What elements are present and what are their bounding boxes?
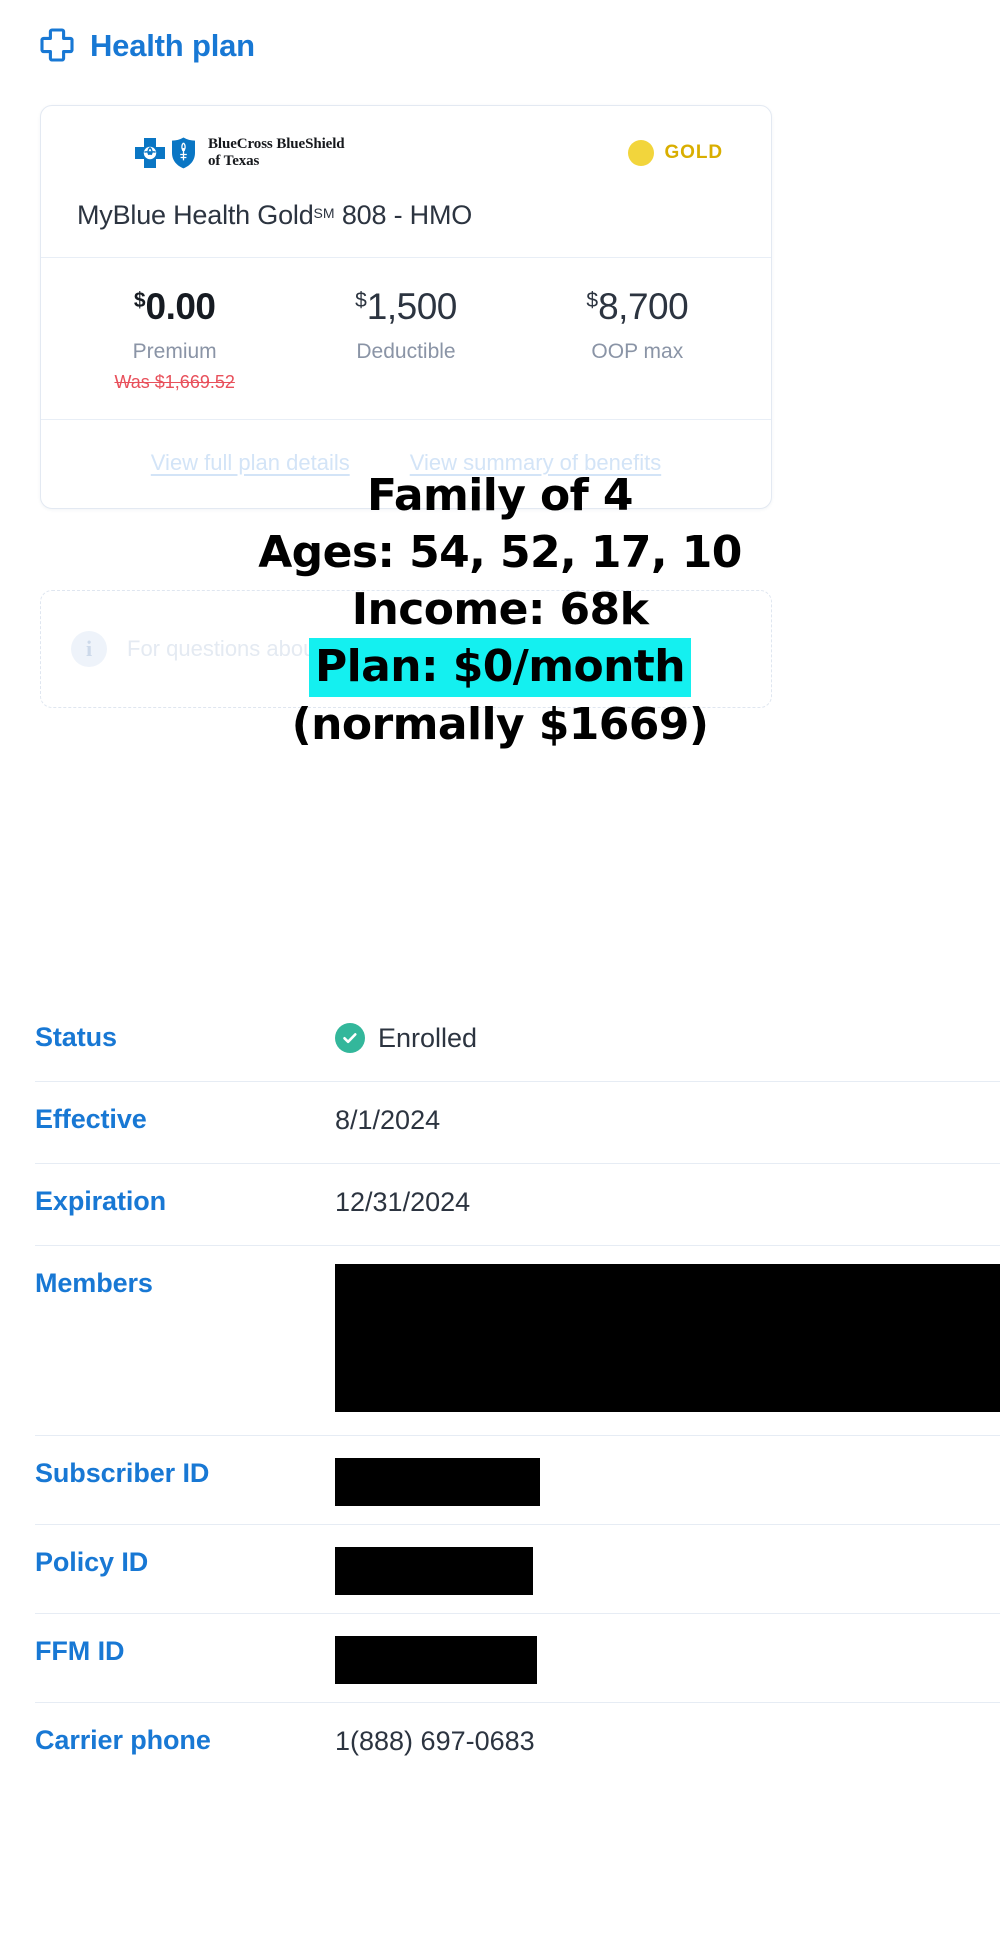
view-full-plan-details-link[interactable]: View full plan details — [151, 450, 350, 476]
redacted-subscriber-id — [335, 1458, 540, 1506]
plan-figures: $0.00 Premium Was $1,669.52 $1,500 Deduc… — [41, 258, 771, 420]
ffm-id-label: FFM ID — [35, 1636, 125, 1666]
view-summary-of-benefits-link[interactable]: View summary of benefits — [410, 450, 661, 476]
health-plan-page: Health plan BlueCross BlueShield of Texa… — [0, 0, 1000, 1942]
oop-max-currency: $ — [586, 289, 599, 312]
detail-row-expiration: Expiration 12/31/2024 — [35, 1164, 1000, 1246]
detail-row-effective: Effective 8/1/2024 — [35, 1082, 1000, 1164]
bluecross-blueshield-logo-icon — [133, 136, 197, 170]
carrier-phone-label: Carrier phone — [35, 1725, 211, 1755]
detail-row-carrier-phone: Carrier phone 1(888) 697-0683 — [35, 1703, 1000, 1785]
status-label: Status — [35, 1022, 117, 1052]
carrier-info-text: For questions about this plan, please co… — [127, 635, 674, 661]
annotation-line-ages: Ages: 54, 52, 17, 10 — [258, 526, 742, 578]
status-value: Enrolled — [335, 1022, 1000, 1054]
plan-name-suffix: 808 - HMO — [334, 200, 473, 230]
plan-card-links: View full plan details View summary of b… — [41, 420, 771, 508]
deductible-value: 1,500 — [366, 286, 458, 327]
carrier-info-notice: i For questions about this plan, please … — [40, 590, 772, 708]
metal-level-label: GOLD — [664, 142, 723, 163]
health-plus-icon — [40, 28, 74, 62]
detail-row-policy-id: Policy ID — [35, 1525, 1000, 1614]
page-title: Health plan — [90, 27, 255, 63]
figure-oop-max: $8,700 OOP max — [522, 286, 753, 393]
carrier-row: BlueCross BlueShield of Texas GOLD — [77, 136, 735, 170]
status-badge: Enrolled — [378, 1023, 478, 1053]
policy-id-value — [335, 1547, 1000, 1595]
metal-level-badge: GOLD — [627, 140, 724, 166]
premium-label: Premium — [132, 340, 217, 363]
oop-max-value: 8,700 — [598, 286, 689, 327]
premium-amount: $0.00 — [59, 286, 290, 328]
detail-row-status: Status Enrolled — [35, 1000, 1000, 1082]
page-header: Health plan — [40, 28, 255, 62]
deductible-label: Deductible — [356, 340, 456, 363]
deductible-currency: $ — [355, 289, 367, 312]
redacted-members — [335, 1264, 1000, 1412]
plan-details-list: Status Enrolled Effective 8/1/2024 Expir… — [35, 1000, 1000, 1785]
effective-value: 8/1/2024 — [335, 1105, 441, 1135]
premium-was: Was $1,669.52 — [114, 372, 235, 392]
plan-name-base: MyBlue Health Gold — [77, 200, 314, 230]
members-value — [335, 1264, 1000, 1412]
subscriber-id-value — [335, 1458, 1000, 1506]
redacted-ffm-id — [335, 1636, 537, 1684]
figure-premium: $0.00 Premium Was $1,669.52 — [59, 286, 290, 393]
plan-card-header: BlueCross BlueShield of Texas GOLD MyBlu… — [41, 106, 771, 258]
carrier-phone-value: 1(888) 697-0683 — [335, 1726, 535, 1756]
carrier-name-line2: of Texas — [208, 153, 260, 169]
detail-row-members: Members — [35, 1246, 1000, 1436]
premium-value: 0.00 — [145, 286, 217, 327]
premium-currency: $ — [133, 289, 146, 312]
carrier-name-line1: BlueCross BlueShield — [208, 136, 345, 153]
policy-id-label: Policy ID — [35, 1547, 149, 1577]
subscriber-id-label: Subscriber ID — [35, 1458, 210, 1488]
expiration-value: 12/31/2024 — [335, 1187, 471, 1217]
info-circle-icon: i — [71, 631, 107, 667]
plan-name: MyBlue Health GoldSM 808 - HMO — [77, 200, 735, 231]
deductible-amount: $1,500 — [290, 286, 521, 328]
members-label: Members — [35, 1268, 153, 1298]
plan-name-sup: SM — [313, 205, 335, 221]
figure-deductible: $1,500 Deductible — [290, 286, 521, 393]
effective-label: Effective — [35, 1104, 147, 1134]
detail-row-ffm-id: FFM ID — [35, 1614, 1000, 1703]
gold-dot-icon — [627, 140, 654, 166]
detail-row-subscriber-id: Subscriber ID — [35, 1436, 1000, 1525]
carrier-logo: BlueCross BlueShield of Texas — [133, 136, 345, 170]
plan-card: BlueCross BlueShield of Texas GOLD MyBlu… — [40, 105, 772, 509]
redacted-policy-id — [335, 1547, 533, 1595]
check-circle-icon — [335, 1023, 365, 1054]
carrier-name: BlueCross BlueShield of Texas — [208, 136, 345, 170]
expiration-label: Expiration — [35, 1186, 167, 1216]
ffm-id-value — [335, 1636, 1000, 1684]
oop-max-amount: $8,700 — [522, 286, 753, 328]
oop-max-label: OOP max — [591, 340, 684, 363]
